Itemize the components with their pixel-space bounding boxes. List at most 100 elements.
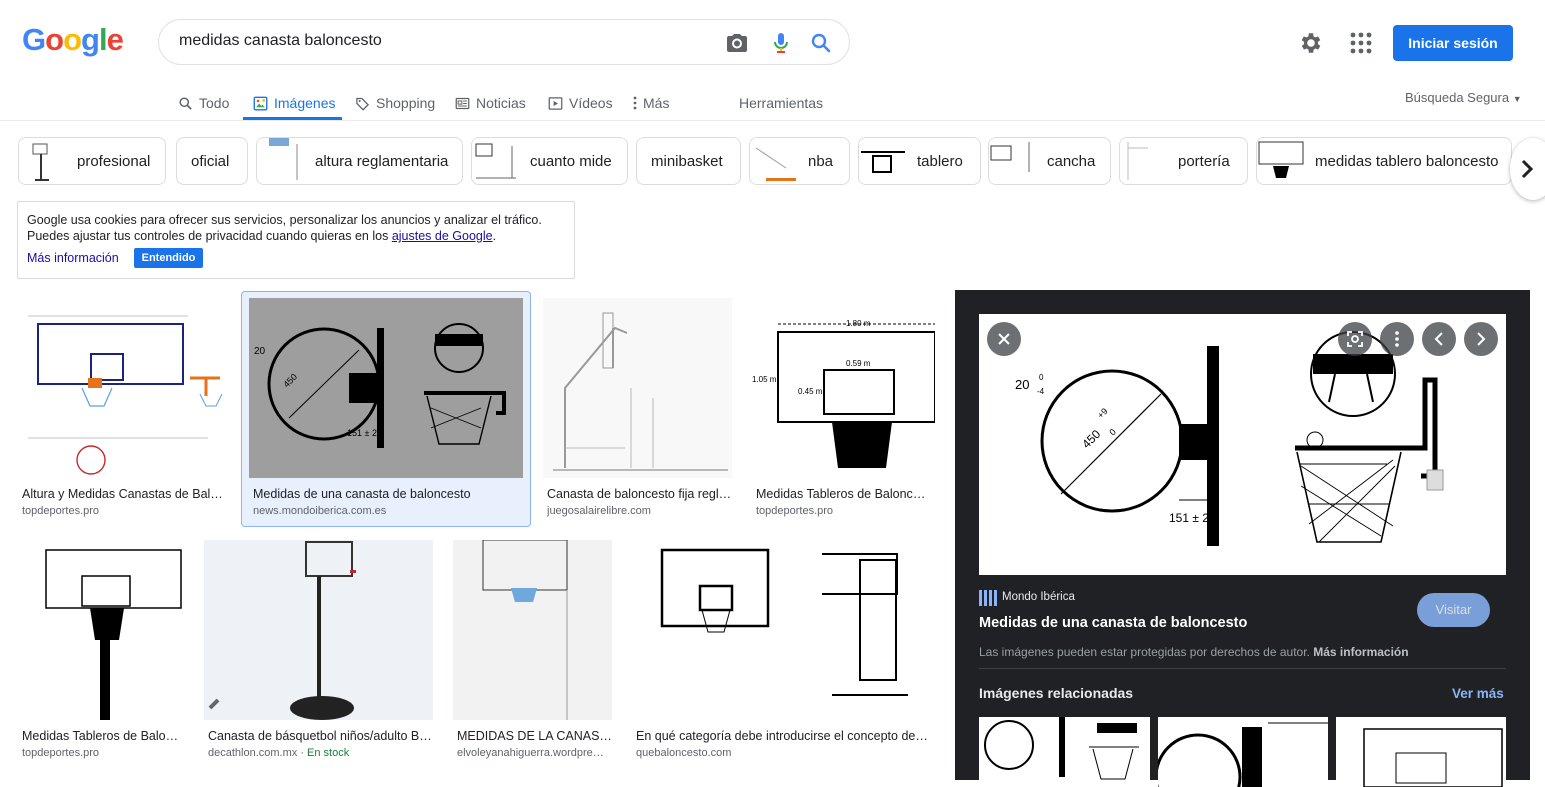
tools-button[interactable]: Herramientas	[739, 88, 823, 118]
chip-tablero[interactable]: tablero	[858, 137, 981, 185]
chips-next-button[interactable]	[1510, 138, 1545, 200]
tab-label: Noticias	[476, 95, 526, 111]
apps-grid-icon[interactable]	[1350, 32, 1372, 54]
viewer-source-name[interactable]: Mondo Ibérica	[1002, 591, 1075, 603]
chip-cancha[interactable]: cancha	[988, 137, 1111, 185]
result-title[interactable]: En qué categoría debe introducirse el co…	[636, 729, 931, 743]
gear-icon[interactable]	[1298, 30, 1324, 56]
chip-profesional[interactable]: profesional	[18, 137, 166, 185]
result-title[interactable]: Medidas Tableros de Balonce…	[756, 487, 931, 501]
logo-letter: l	[98, 22, 108, 57]
rim-width-label: 0.59 m	[846, 359, 871, 368]
rim-height-label: 0.45 m	[798, 387, 823, 396]
result-source: topdeportes.pro	[22, 747, 100, 759]
more-vert-icon	[633, 96, 637, 110]
chip-thumbnail	[257, 138, 305, 184]
chevron-right-icon	[1477, 332, 1486, 346]
close-viewer-button[interactable]	[987, 322, 1021, 356]
copyright-more-link[interactable]: Más información	[1313, 645, 1408, 659]
result-source: news.mondoiberica.com.es	[253, 505, 387, 517]
tab-noticias[interactable]: Noticias	[455, 88, 526, 118]
chip-minibasket[interactable]: minibasket	[636, 137, 741, 185]
chip-cuanto-mide[interactable]: cuanto mide	[471, 137, 628, 185]
result-title[interactable]: Medidas de una canasta de baloncesto	[253, 487, 523, 501]
safe-search-dropdown[interactable]: Búsqueda Segura ▼	[1405, 90, 1522, 105]
cookie-notice: Google usa cookies para ofrecer sus serv…	[17, 201, 575, 279]
result-image[interactable]	[543, 298, 732, 478]
privacy-settings-link[interactable]: ajustes de Google	[392, 229, 493, 243]
see-more-link[interactable]: Ver más	[1452, 686, 1504, 701]
related-image[interactable]	[1158, 717, 1328, 787]
chip-thumbnail	[859, 138, 907, 184]
tag-icon	[356, 97, 370, 111]
tools-label: Herramientas	[739, 95, 824, 111]
tab-label: Imágenes	[274, 95, 336, 111]
search-box	[158, 19, 850, 65]
result-title[interactable]: MEDIDAS DE LA CANAST…	[457, 729, 612, 743]
tab-mas[interactable]: Más	[633, 88, 669, 118]
stock-badge: En stock	[307, 747, 350, 759]
google-logo[interactable]: Google	[22, 22, 124, 58]
chip-label: altura reglamentaria	[315, 152, 449, 170]
tab-label: Vídeos	[569, 95, 613, 111]
chip-porteria[interactable]: portería	[1119, 137, 1248, 185]
copyright-text: Las imágenes pueden estar protegidas por…	[979, 645, 1310, 659]
tab-imagenes[interactable]: Imágenes	[253, 88, 335, 118]
result-title[interactable]: Altura y Medidas Canastas de Balo…	[22, 487, 227, 501]
search-icon	[179, 96, 192, 110]
result-source: topdeportes.pro	[22, 505, 100, 517]
camera-icon[interactable]	[725, 31, 749, 55]
chip-oficial[interactable]: oficial	[176, 137, 248, 185]
viewer-main-image[interactable]: 20 0 -4 450 +9 0 151 ± 2	[979, 314, 1506, 575]
result-title[interactable]: Canasta de básquetbol niños/adulto B…	[208, 729, 433, 743]
chip-thumbnail	[472, 138, 520, 184]
viewer-title[interactable]: Medidas de una canasta de baloncesto	[979, 615, 1247, 631]
image-icon	[253, 96, 268, 110]
tab-videos[interactable]: Vídeos	[548, 88, 613, 118]
cookie-suffix: .	[492, 229, 497, 243]
news-icon	[455, 97, 470, 109]
microphone-icon[interactable]	[769, 31, 793, 55]
cookie-text: Google usa cookies para ofrecer sus serv…	[27, 213, 542, 227]
previous-image-button[interactable]	[1422, 322, 1456, 356]
chip-nba[interactable]: nba	[749, 137, 850, 185]
visit-button[interactable]: Visitar	[1417, 593, 1490, 627]
chevron-right-icon	[1521, 159, 1534, 179]
related-image[interactable]	[1336, 717, 1506, 787]
related-image[interactable]	[979, 717, 1150, 787]
cookie-more-info-link[interactable]: Más información	[27, 250, 119, 266]
tab-todo[interactable]: Todo	[178, 88, 229, 118]
result-image[interactable]	[453, 540, 612, 720]
search-icon[interactable]	[809, 31, 833, 55]
chip-medidas-tablero-baloncesto[interactable]: medidas tablero baloncesto	[1256, 137, 1512, 185]
board-width-label: 1.80 m	[846, 319, 871, 328]
tab-label: Shopping	[376, 95, 436, 111]
result-image[interactable]: 1.80 m 0.59 m 1.05 m 0.45 m	[752, 298, 935, 478]
chip-altura-reglamentaria[interactable]: altura reglamentaria	[256, 137, 463, 185]
chip-label: nba	[808, 152, 834, 170]
offset-label: 151 ± 2	[347, 428, 377, 438]
result-image[interactable]	[18, 298, 229, 478]
chip-thumbnail	[1120, 138, 1168, 184]
result-image[interactable]	[632, 540, 935, 720]
lens-icon	[1347, 331, 1363, 347]
copyright-notice: Las imágenes pueden estar protegidas por…	[979, 645, 1409, 659]
viewer-more-button[interactable]	[1380, 322, 1414, 356]
radius-tolerance-lower: -4	[1037, 387, 1045, 396]
chip-label: tablero	[917, 152, 963, 170]
chip-label: cuanto mide	[530, 152, 612, 170]
result-title[interactable]: Medidas Tableros de Balon…	[22, 729, 182, 743]
next-image-button[interactable]	[1464, 322, 1498, 356]
result-image[interactable]	[18, 540, 184, 720]
result-image[interactable]	[204, 540, 433, 720]
result-title[interactable]: Canasta de baloncesto fija regl…	[547, 487, 732, 501]
site-favicon-icon	[979, 590, 997, 606]
result-source: decathlon.com.mx	[208, 747, 298, 759]
logo-letter: g	[81, 22, 100, 57]
cookie-accept-button[interactable]: Entendido	[134, 248, 203, 268]
signin-button[interactable]: Iniciar sesión	[1393, 25, 1513, 61]
search-input[interactable]	[179, 32, 699, 50]
tab-shopping[interactable]: Shopping	[355, 88, 435, 118]
result-image[interactable]: 20 450 151 ± 2	[249, 298, 523, 478]
lens-search-button[interactable]	[1338, 322, 1372, 356]
